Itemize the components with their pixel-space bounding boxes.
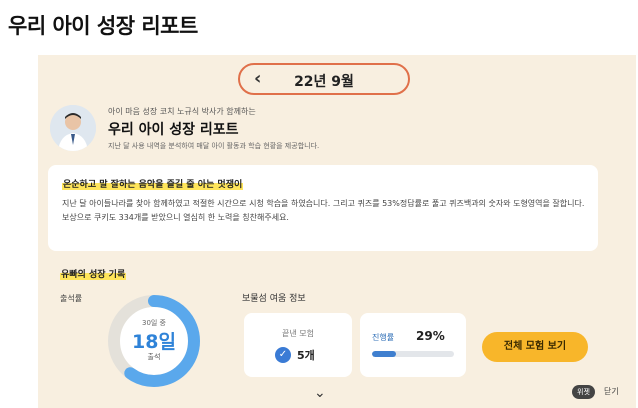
progress-label: 진행률 [372, 333, 395, 342]
page-title: 우리 아이 성장 리포트 [8, 14, 198, 38]
completed-adventures-card: 끝낸 모험 ✓ 5개 [244, 313, 352, 377]
growth-section-title: 유빠의 성장 기록 [60, 267, 127, 280]
treasure-info-label: 보물섬 여움 정보 [242, 294, 306, 304]
check-icon: ✓ [275, 347, 291, 363]
close-button[interactable]: 닫기 [604, 386, 619, 397]
progress-bar [372, 351, 454, 357]
progress-card: 진행률 29% [360, 313, 466, 377]
progress-fill [372, 351, 396, 357]
attendance-label: 출석률 [60, 294, 83, 303]
report-panel: ‹ 22년 9월 아이 마음 성장 코치 노규식 박사가 함께하는 우리 아이 … [38, 55, 636, 408]
attendance-days: 18일 [132, 331, 176, 353]
progress-value: 29% [416, 329, 445, 343]
chevron-down-icon[interactable]: ⌄ [314, 385, 326, 401]
completed-value: 5개 [297, 349, 315, 362]
completed-label: 끝낸 모험 [282, 329, 314, 338]
summary-headline: 온순하고 말 잘하는 음악을 즐길 줄 아는 멋쟁이 [62, 177, 244, 190]
report-description: 지난 달 사용 내역을 분석하여 매달 아이 활동과 학습 현황을 제공합니다. [108, 142, 320, 150]
summary-body: 지난 달 아이들나라를 찾아 함께하였고 적절한 시간으로 시청 학습을 하였습… [62, 199, 585, 222]
coach-avatar [50, 105, 96, 151]
widget-chip[interactable]: 위젯 [572, 385, 595, 399]
view-all-adventures-button[interactable]: 전체 모험 보기 [482, 332, 588, 362]
summary-card: 온순하고 말 잘하는 음악을 즐길 줄 아는 멋쟁이 지난 달 아이들나라를 찾… [48, 165, 598, 251]
month-selector[interactable]: ‹ 22년 9월 [238, 63, 410, 95]
attendance-caption: 출석 [147, 353, 161, 361]
report-title: 우리 아이 성장 리포트 [108, 122, 239, 138]
coach-subtitle: 아이 마음 성장 코치 노규식 박사가 함께하는 [108, 107, 256, 116]
month-label: 22년 9월 [294, 74, 354, 90]
